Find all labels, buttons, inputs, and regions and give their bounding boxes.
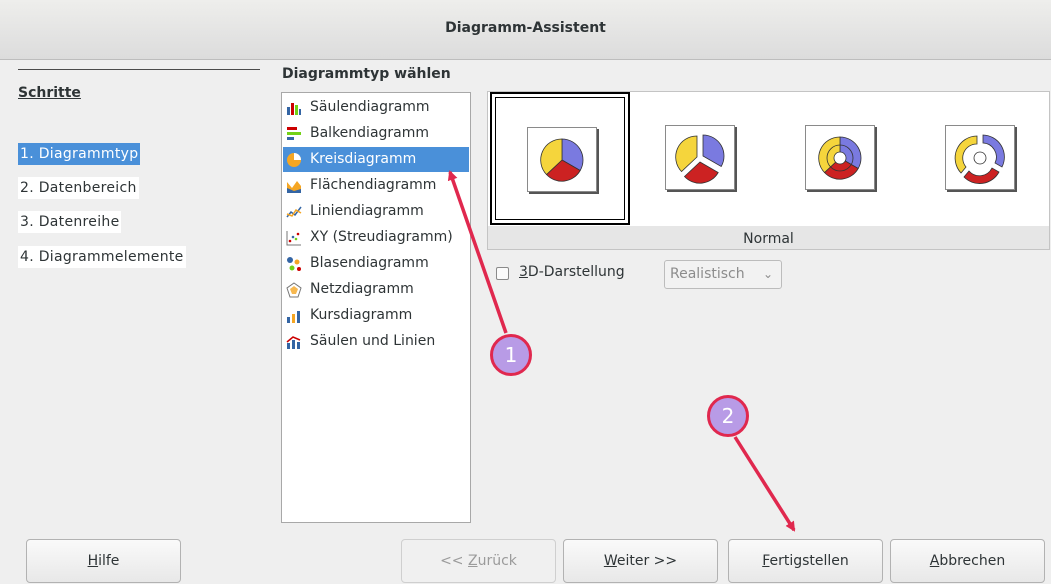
help-button[interactable]: Hilfe bbox=[26, 539, 181, 583]
chart-type-stock[interactable]: Kursdiagramm bbox=[283, 303, 469, 328]
donut-exploded-icon bbox=[954, 134, 1005, 184]
cancel-button[interactable]: Abbrechen bbox=[890, 539, 1045, 583]
3d-checkbox[interactable] bbox=[496, 267, 509, 280]
chart-type-list[interactable]: Säulendiagramm Balkendiagramm Kreisdiagr… bbox=[281, 92, 471, 523]
chart-type-label: Netzdiagramm bbox=[310, 281, 414, 297]
chart-type-column-line[interactable]: Säulen und Linien bbox=[283, 329, 469, 354]
stock-chart-icon bbox=[287, 311, 300, 323]
column-chart-icon bbox=[287, 103, 301, 115]
bubble-chart-icon bbox=[287, 257, 301, 271]
pie-normal-icon bbox=[540, 138, 584, 182]
chart-type-scatter[interactable]: XY (Streudiagramm) bbox=[283, 225, 469, 250]
pie-chart-icon bbox=[287, 153, 301, 167]
chart-type-label: Flächendiagramm bbox=[310, 177, 437, 193]
chart-variant-panel: Normal bbox=[487, 91, 1050, 250]
chart-type-label: Kursdiagramm bbox=[310, 307, 413, 323]
chart-type-pie[interactable]: Kreisdiagramm bbox=[283, 147, 469, 172]
chart-type-label: Blasendiagramm bbox=[310, 255, 429, 271]
next-button[interactable]: Weiter >> bbox=[563, 539, 718, 583]
annotation-arrow-2 bbox=[733, 436, 796, 532]
donut-icon bbox=[818, 136, 862, 180]
chart-type-net[interactable]: Netzdiagramm bbox=[283, 277, 469, 302]
chart-type-label: XY (Streudiagramm) bbox=[310, 229, 453, 245]
chart-type-column[interactable]: Säulendiagramm bbox=[283, 95, 469, 120]
chart-variant-gallery bbox=[488, 92, 1049, 226]
variant-donut-exploded[interactable] bbox=[910, 92, 1050, 225]
chart-type-bar[interactable]: Balkendiagramm bbox=[283, 121, 469, 146]
chart-type-label: Kreisdiagramm bbox=[310, 151, 417, 167]
net-chart-icon bbox=[286, 282, 302, 298]
bar-chart-icon bbox=[287, 127, 301, 140]
steps-divider bbox=[18, 69, 260, 70]
steps-heading: Schritte bbox=[18, 85, 81, 101]
step-chart-type[interactable]: 1. Diagrammtyp bbox=[18, 143, 141, 165]
variant-pie-normal[interactable] bbox=[490, 92, 630, 225]
annotation-overlay bbox=[447, 170, 796, 532]
variant-donut[interactable] bbox=[770, 92, 910, 225]
chart-type-label: Säulen und Linien bbox=[310, 333, 436, 349]
chart-type-heading: Diagrammtyp wählen bbox=[282, 66, 451, 82]
variant-name-label: Normal bbox=[743, 231, 794, 247]
annotation-badge-1: 1 bbox=[490, 334, 532, 376]
chart-type-label: Säulendiagramm bbox=[310, 99, 430, 115]
title-bar: Diagramm-Assistent bbox=[0, 0, 1051, 60]
chart-type-label: Liniendiagramm bbox=[310, 203, 424, 219]
3d-style-select[interactable]: Realistisch ⌄ bbox=[664, 260, 782, 289]
chart-type-line[interactable]: Liniendiagramm bbox=[283, 199, 469, 224]
step-data-range[interactable]: 2. Datenbereich bbox=[18, 177, 139, 199]
3d-style-value: Realistisch bbox=[670, 266, 745, 282]
column-line-chart-icon bbox=[286, 336, 301, 349]
step-chart-elements[interactable]: 4. Diagrammelemente bbox=[18, 246, 186, 268]
pie-exploded-icon bbox=[675, 134, 725, 184]
area-chart-icon bbox=[287, 181, 301, 193]
back-button[interactable]: << Zurück bbox=[401, 539, 556, 583]
step-data-series[interactable]: 3. Datenreihe bbox=[18, 211, 122, 233]
scatter-chart-icon bbox=[286, 231, 301, 246]
chart-type-area[interactable]: Flächendiagramm bbox=[283, 173, 469, 198]
annotation-badge-2: 2 bbox=[707, 395, 749, 437]
chart-type-bubble[interactable]: Blasendiagramm bbox=[283, 251, 469, 276]
chart-type-label: Balkendiagramm bbox=[310, 125, 430, 141]
chevron-down-icon: ⌄ bbox=[762, 267, 773, 281]
line-chart-icon bbox=[286, 206, 302, 218]
window-title: Diagramm-Assistent bbox=[445, 20, 606, 36]
variant-pie-exploded[interactable] bbox=[630, 92, 770, 225]
finish-button[interactable]: Fertigstellen bbox=[728, 539, 883, 583]
3d-checkbox-label: 3D-Darstellung bbox=[519, 264, 625, 280]
